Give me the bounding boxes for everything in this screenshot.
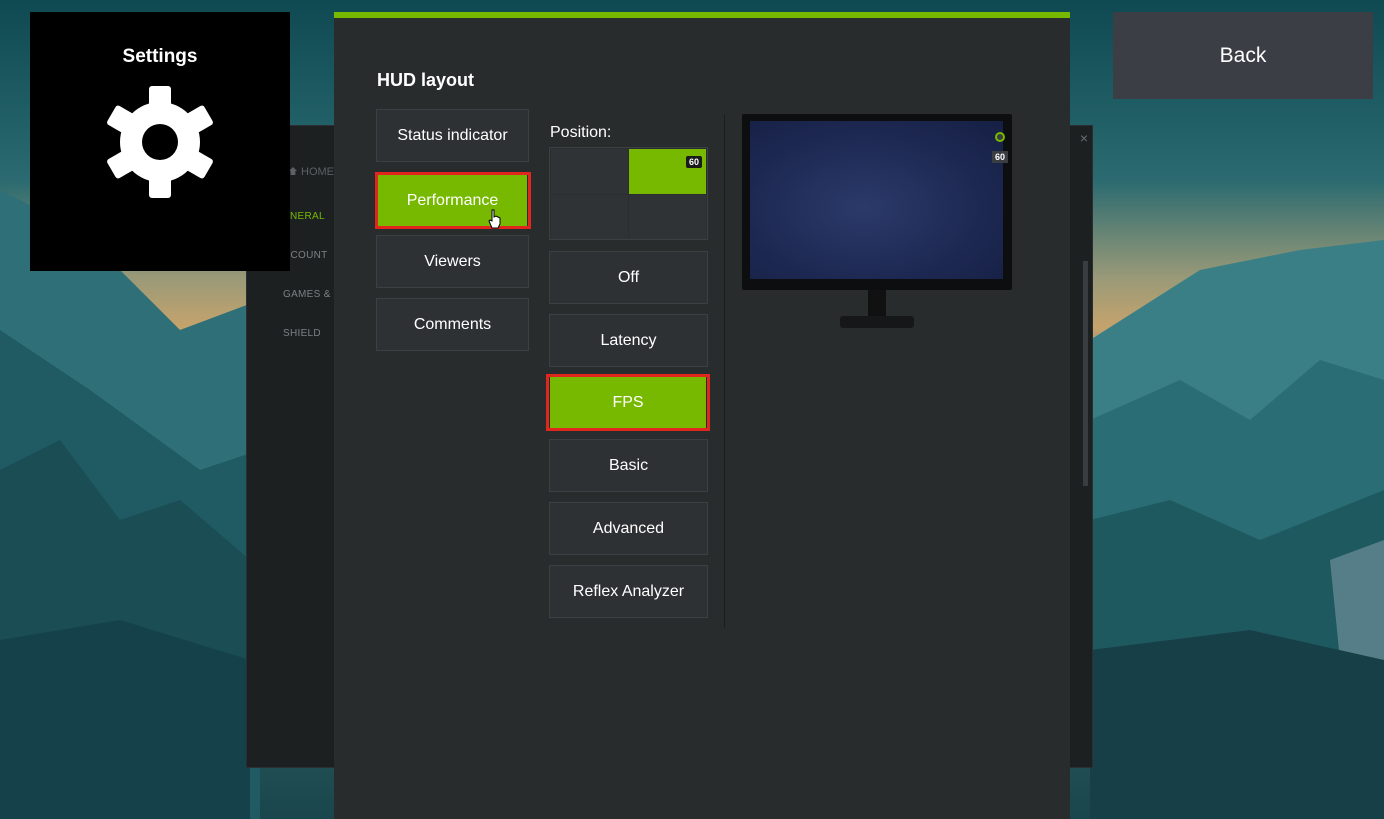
position-top-right[interactable]: 60 [629, 149, 706, 194]
category-comments-button[interactable]: Comments [376, 298, 529, 351]
close-icon[interactable]: × [1080, 130, 1088, 146]
settings-title: Settings [122, 46, 198, 67]
mode-off-button[interactable]: Off [549, 251, 708, 304]
hand-cursor-icon [488, 209, 501, 229]
breadcrumb-home[interactable]: HOME [289, 166, 334, 178]
hud-layout-title: HUD layout [377, 70, 475, 90]
preview-fps-badge: 60 [992, 151, 1009, 163]
position-label: Position: [550, 124, 612, 141]
category-viewers-button[interactable]: Viewers [376, 235, 529, 288]
position-grid: 60 [549, 147, 708, 240]
mode-basic-button[interactable]: Basic [549, 439, 708, 492]
mode-latency-button[interactable]: Latency [549, 314, 708, 367]
hud-layout-panel: HUD layout Status indicator Performance … [334, 12, 1070, 819]
position-bottom-right[interactable] [629, 195, 706, 239]
status-indicator-icon [995, 132, 1005, 142]
category-performance-button[interactable]: Performance [378, 175, 527, 226]
monitor-stand [840, 290, 914, 328]
column-divider [724, 114, 725, 628]
position-bottom-left[interactable] [551, 195, 628, 239]
monitor-screen: 60 [750, 121, 1009, 279]
back-button[interactable]: Back [1113, 12, 1373, 99]
sidebar-item-shield[interactable]: SHIELD [283, 328, 321, 339]
scrollbar[interactable] [1083, 261, 1088, 486]
category-status-indicator-button[interactable]: Status indicator [376, 109, 529, 162]
mode-reflex-analyzer-button[interactable]: Reflex Analyzer [549, 565, 708, 618]
home-label: HOME [301, 166, 334, 178]
mode-advanced-button[interactable]: Advanced [549, 502, 708, 555]
gear-icon [107, 86, 213, 198]
monitor-preview: 60 [742, 114, 1012, 290]
settings-tile: Settings [30, 12, 290, 271]
mode-fps-button[interactable]: FPS [550, 377, 706, 428]
sidebar-item-games[interactable]: GAMES & [283, 289, 331, 300]
position-top-left[interactable] [551, 149, 628, 194]
home-icon [289, 167, 297, 175]
position-fps-badge: 60 [685, 156, 702, 168]
